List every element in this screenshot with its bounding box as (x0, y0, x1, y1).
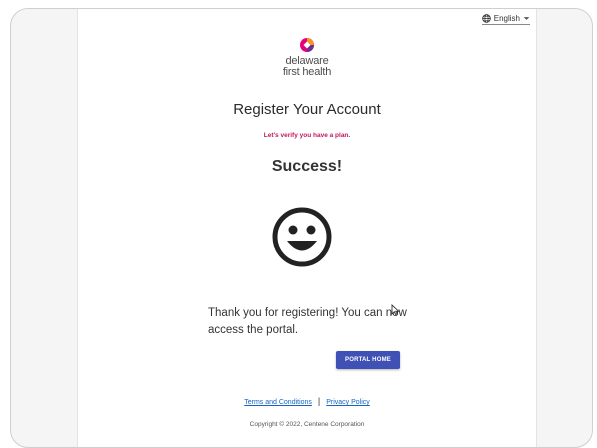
success-heading: Success! (271, 158, 343, 175)
page-subtitle: Let's verify you have a plan. (263, 132, 351, 139)
portal-home-button[interactable]: PORTAL HOME (336, 351, 400, 369)
brand-logo: delaware first health (78, 37, 536, 78)
page-title: Register Your Account (233, 101, 381, 118)
privacy-link[interactable]: Privacy Policy (326, 399, 370, 406)
brand-mark-icon (300, 38, 314, 52)
mouse-pointer-icon (391, 303, 400, 321)
language-selector[interactable]: English (481, 14, 530, 25)
footer-links: Terms and Conditions | Privacy Policy (78, 396, 536, 406)
copyright-text: Copyright © 2022, Centene Corporation (249, 421, 365, 428)
browser-window: English delaware first health Register Y… (10, 8, 593, 448)
globe-icon (482, 14, 491, 23)
caret-down-icon (523, 17, 530, 20)
language-label: English (493, 14, 520, 23)
footer-separator: | (317, 396, 321, 406)
terms-link[interactable]: Terms and Conditions (244, 399, 312, 406)
success-message: Thank you for registering! You can now a… (208, 307, 407, 336)
smiley-face-icon (271, 206, 333, 273)
brand-name-line2: first health (282, 66, 332, 78)
registration-page: English delaware first health Register Y… (77, 9, 537, 447)
